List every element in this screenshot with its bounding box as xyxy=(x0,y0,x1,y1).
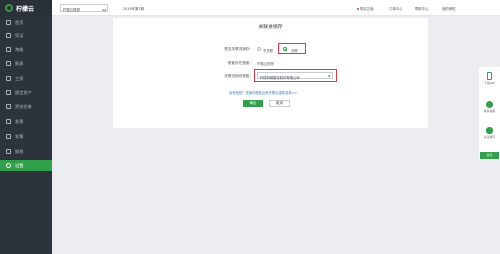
salary-icon xyxy=(6,76,11,81)
asset-icon xyxy=(6,90,11,95)
page-title: 关联进销存 xyxy=(258,25,283,30)
phone-icon xyxy=(487,72,492,80)
home-icon xyxy=(6,20,11,25)
inventory-account-label: 关联进销存账套： xyxy=(224,73,253,78)
top-bar: 柠檬云财税 2019年第1期 购买正版 订单中心 帮助中心 我的授权 柠 xyxy=(52,0,500,16)
buy-link-label: 购买正版 xyxy=(360,6,374,11)
logo-icon xyxy=(5,4,13,12)
customer-service-item[interactable]: 联系客服 xyxy=(479,101,500,113)
inventory-account-select[interactable]: 柠檬财税服务软件有限公司 xyxy=(257,72,333,80)
sidebar-item-tax[interactable]: 报税 xyxy=(0,146,52,157)
customer-service-label: 联系客服 xyxy=(483,109,496,113)
sidebar-item-label: 设置 xyxy=(15,162,24,168)
cash-icon xyxy=(6,104,11,109)
buy-link[interactable]: 购买正版 xyxy=(357,6,374,11)
sidebar-item-report[interactable]: 报表 xyxy=(0,58,52,69)
report-icon xyxy=(6,61,11,66)
period-label[interactable]: 2019年第1期 xyxy=(123,6,144,11)
sidebar-item-cash[interactable]: 资金往来 xyxy=(0,101,52,112)
ledger-icon xyxy=(6,47,11,52)
radio-link-label: 关联 xyxy=(291,48,298,53)
float-panel: 下载APP 联系客服 关注我们 xyxy=(479,67,500,159)
account-set-label: 账套所在账套： xyxy=(227,61,253,65)
sidebar-item-settings[interactable]: 设置 xyxy=(0,160,52,171)
hint-link[interactable]: 没有账套？进销存账套后来关联后重新选择>> xyxy=(229,90,297,95)
order-center-link[interactable]: 订单中心 xyxy=(389,6,403,11)
sidebar-item-label: 资金往来 xyxy=(15,103,32,109)
service-icon xyxy=(486,101,493,108)
sidebar-item-salary[interactable]: 工资 xyxy=(0,73,52,84)
sidebar-item-voucher[interactable]: 凭证 xyxy=(0,30,52,41)
invoice-stats-icon xyxy=(6,134,11,139)
follow-us-item[interactable]: 关注我们 xyxy=(479,127,500,139)
sidebar-item-label: 淘账 xyxy=(15,46,24,52)
cancel-button[interactable]: 取消 xyxy=(269,100,290,107)
sidebar-item-label: 报表 xyxy=(15,60,24,66)
my-license-link[interactable]: 我的授权 xyxy=(442,6,456,11)
sidebar-item-label: 固定资产 xyxy=(15,89,32,95)
app-logo[interactable]: 柠檬云 xyxy=(0,0,52,16)
sidebar-item-label: 发票 xyxy=(15,118,24,124)
sidebar-item-invoice[interactable]: 发票 xyxy=(0,116,52,127)
chevron-down-icon xyxy=(101,7,106,12)
help-center-link[interactable]: 帮助中心 xyxy=(415,6,429,11)
voucher-icon xyxy=(6,33,11,38)
radio-not-link-label: 不关联 xyxy=(263,48,274,53)
sidebar-item-label: 工资 xyxy=(15,75,24,81)
download-app-item[interactable]: 下载APP xyxy=(479,72,500,85)
sidebar-item-invoice-stats[interactable]: 发票 xyxy=(0,131,52,142)
invoice-icon xyxy=(6,119,11,124)
link-inventory-label: 是否关联进销存： xyxy=(224,47,253,51)
settings-card: 关联进销存 是否关联进销存： 不关联 关联 账套所在账套： 柠檬云财税 关联进销… xyxy=(113,18,428,128)
download-app-label: 下载APP xyxy=(484,81,495,85)
follow-us-label: 关注我们 xyxy=(483,135,496,139)
tax-icon xyxy=(6,149,11,154)
chevron-down-icon xyxy=(327,74,331,79)
sidebar-item-ledger[interactable]: 淘账 xyxy=(0,44,52,55)
company-select-value: 柠檬云财税 xyxy=(63,7,80,12)
radio-link[interactable] xyxy=(283,47,287,52)
confirm-button[interactable]: 确定 xyxy=(243,100,263,107)
sidebar-item-label: 发票 xyxy=(15,133,24,139)
sidebar-item-label: 报税 xyxy=(15,148,24,154)
alert-dot-icon xyxy=(357,7,359,10)
sidebar: 柠檬云 首页 凭证 淘账 报表 工资 固定资产 资金往来 发票 发票 报税 设置 xyxy=(0,0,52,254)
inventory-account-value: 柠檬财税服务软件有限公司 xyxy=(260,75,300,80)
wechat-icon xyxy=(486,127,493,134)
sidebar-item-home[interactable]: 首页 xyxy=(0,17,52,28)
account-set-value: 柠檬云财税 xyxy=(257,62,274,67)
company-select[interactable]: 柠檬云财税 xyxy=(60,4,108,12)
logo-text: 柠檬云 xyxy=(16,5,35,13)
feedback-button[interactable]: 意见 xyxy=(480,152,499,159)
sidebar-item-label: 首页 xyxy=(15,19,24,25)
radio-not-link[interactable] xyxy=(257,47,261,52)
sidebar-item-label: 凭证 xyxy=(15,32,24,38)
sidebar-item-asset[interactable]: 固定资产 xyxy=(0,87,52,98)
gear-icon xyxy=(6,163,11,168)
